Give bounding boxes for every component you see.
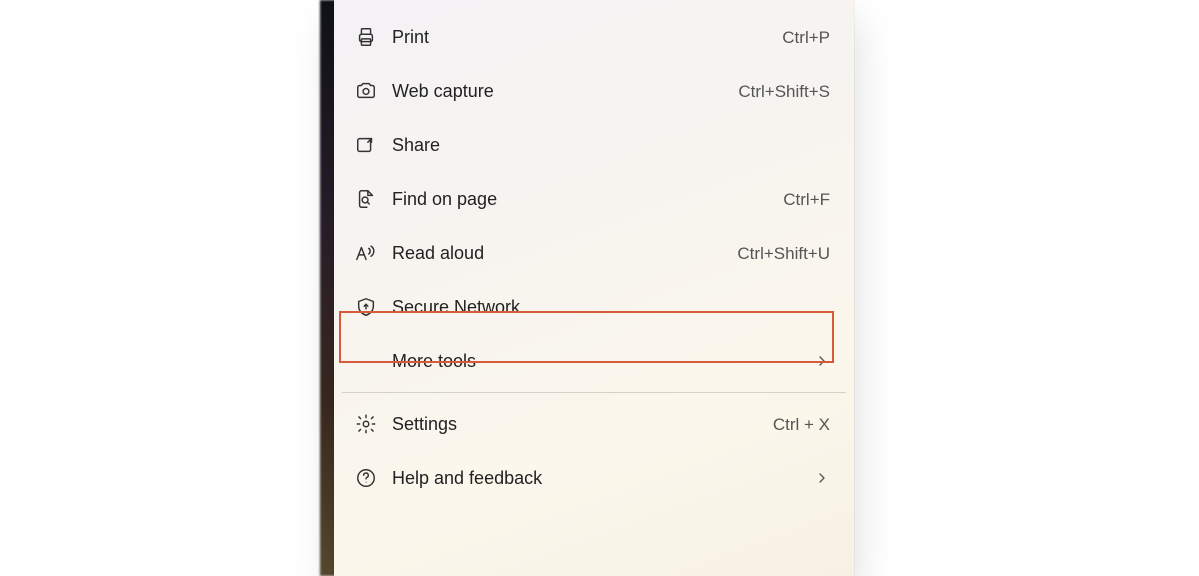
menu-item-label: Share	[392, 136, 440, 154]
menu-item-settings[interactable]: Settings Ctrl + X	[334, 397, 854, 451]
menu-item-label: Settings	[392, 415, 457, 433]
menu-item-label: Find on page	[392, 190, 497, 208]
menu-item-label: Read aloud	[392, 244, 484, 262]
menu-item-shortcut: Ctrl+P	[782, 29, 830, 46]
gear-icon	[352, 410, 380, 438]
help-icon	[352, 464, 380, 492]
read-aloud-icon	[352, 239, 380, 267]
printer-icon	[352, 23, 380, 51]
menu-item-label: Help and feedback	[392, 469, 542, 487]
menu-item-find-on-page[interactable]: Find on page Ctrl+F	[334, 172, 854, 226]
camera-icon	[352, 77, 380, 105]
menu-item-shortcut: Ctrl + X	[773, 416, 830, 433]
menu-item-more-tools[interactable]: More tools	[334, 334, 854, 388]
menu-item-shortcut: Ctrl+Shift+U	[737, 245, 830, 262]
share-icon	[352, 131, 380, 159]
menu-item-print[interactable]: Print Ctrl+P	[334, 10, 854, 64]
menu-item-label: Web capture	[392, 82, 494, 100]
menu-item-label: Secure Network	[392, 298, 520, 316]
menu-item-shortcut: Ctrl+Shift+S	[738, 83, 830, 100]
chevron-right-icon	[814, 353, 830, 369]
chevron-right-icon	[814, 470, 830, 486]
search-page-icon	[352, 185, 380, 213]
menu-item-shortcut: Ctrl+F	[783, 191, 830, 208]
shield-icon	[352, 293, 380, 321]
menu-item-label: More tools	[392, 352, 476, 370]
menu-item-help-and-feedback[interactable]: Help and feedback	[334, 451, 854, 505]
menu-item-read-aloud[interactable]: Read aloud Ctrl+Shift+U	[334, 226, 854, 280]
menu-item-share[interactable]: Share	[334, 118, 854, 172]
menu-divider	[342, 392, 846, 393]
menu-item-secure-network[interactable]: Secure Network	[334, 280, 854, 334]
menu-item-web-capture[interactable]: Web capture Ctrl+Shift+S	[334, 64, 854, 118]
settings-menu: Print Ctrl+P Web capture Ctrl+Shift+S	[334, 0, 854, 576]
menu-item-label: Print	[392, 28, 429, 46]
